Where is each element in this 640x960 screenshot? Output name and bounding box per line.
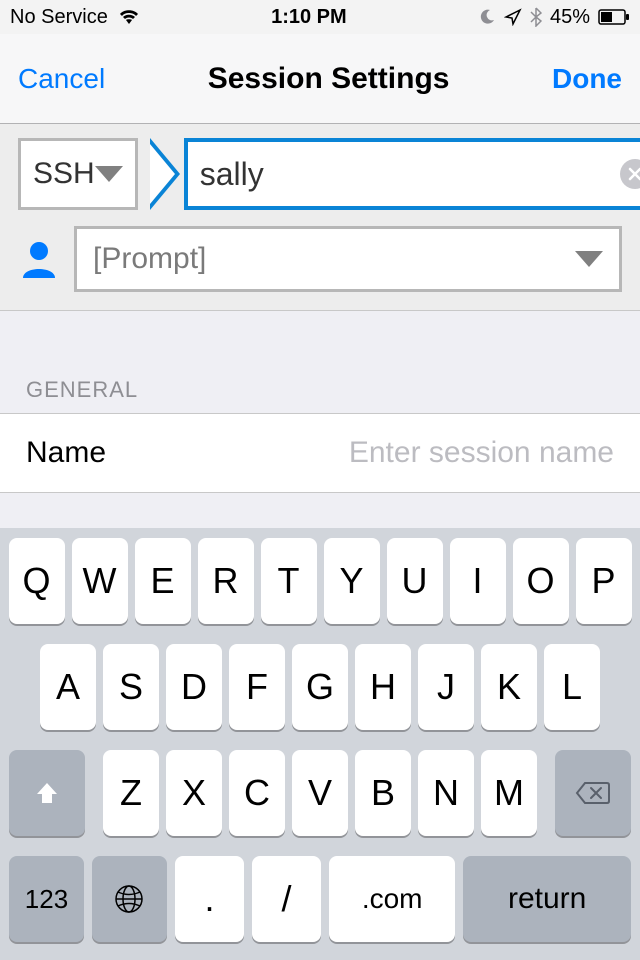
key-c[interactable]: C [229, 750, 285, 836]
key-e[interactable]: E [135, 538, 191, 624]
key-j[interactable]: J [418, 644, 474, 730]
status-bar: No Service 1:10 PM 45% [0, 0, 640, 34]
credentials-value: [Prompt] [93, 242, 206, 276]
key-v[interactable]: V [292, 750, 348, 836]
key-u[interactable]: U [387, 538, 443, 624]
credentials-select[interactable]: [Prompt] [74, 226, 622, 292]
key-slash[interactable]: / [252, 856, 321, 942]
name-placeholder: Enter session name [349, 436, 614, 470]
key-return[interactable]: return [463, 856, 631, 942]
protocol-value: SSH [33, 157, 95, 191]
name-label: Name [26, 436, 106, 470]
key-h[interactable]: H [355, 644, 411, 730]
key-t[interactable]: T [261, 538, 317, 624]
key-o[interactable]: O [513, 538, 569, 624]
keyboard-row-1: Q W E R T Y U I O P [5, 538, 635, 624]
key-dot[interactable]: . [175, 856, 244, 942]
key-a[interactable]: A [40, 644, 96, 730]
general-list: Name Enter session name [0, 413, 640, 493]
key-d[interactable]: D [166, 644, 222, 730]
key-backspace[interactable] [555, 750, 631, 836]
key-f[interactable]: F [229, 644, 285, 730]
keyboard-row-2: A S D F G H J K L [5, 644, 635, 730]
key-s[interactable]: S [103, 644, 159, 730]
clock: 1:10 PM [271, 6, 347, 29]
key-y[interactable]: Y [324, 538, 380, 624]
host-field[interactable] [184, 138, 640, 210]
location-icon [504, 8, 522, 26]
key-globe[interactable] [92, 856, 167, 942]
key-shift[interactable] [9, 750, 85, 836]
page-title: Session Settings [208, 62, 450, 96]
chevron-down-icon [575, 251, 603, 267]
key-z[interactable]: Z [103, 750, 159, 836]
key-123[interactable]: 123 [9, 856, 84, 942]
battery-percent: 45% [550, 6, 590, 29]
keyboard-row-4: 123 . / .com return [5, 856, 635, 942]
user-icon [18, 240, 60, 278]
nav-bar: Cancel Session Settings Done [0, 34, 640, 124]
done-button[interactable]: Done [552, 63, 622, 95]
key-q[interactable]: Q [9, 538, 65, 624]
arrow-right-icon [150, 138, 184, 210]
key-p[interactable]: P [576, 538, 632, 624]
protocol-select[interactable]: SSH [18, 138, 138, 210]
chevron-down-icon [95, 166, 123, 182]
key-g[interactable]: G [292, 644, 348, 730]
key-b[interactable]: B [355, 750, 411, 836]
key-w[interactable]: W [72, 538, 128, 624]
keyboard-row-3: Z X C V B N M [5, 750, 635, 836]
key-k[interactable]: K [481, 644, 537, 730]
wifi-icon [118, 8, 140, 26]
key-dotcom[interactable]: .com [329, 856, 455, 942]
key-x[interactable]: X [166, 750, 222, 836]
key-i[interactable]: I [450, 538, 506, 624]
key-l[interactable]: L [544, 644, 600, 730]
key-m[interactable]: M [481, 750, 537, 836]
clear-icon[interactable] [620, 159, 640, 189]
section-header-general: GENERAL [0, 377, 640, 413]
host-input[interactable] [200, 156, 620, 193]
name-row[interactable]: Name Enter session name [0, 414, 640, 492]
keyboard: Q W E R T Y U I O P A S D F G H J K L Z … [0, 528, 640, 960]
bluetooth-icon [530, 7, 542, 27]
battery-icon [598, 9, 630, 25]
cancel-button[interactable]: Cancel [18, 63, 105, 95]
key-r[interactable]: R [198, 538, 254, 624]
do-not-disturb-icon [478, 8, 496, 26]
key-n[interactable]: N [418, 750, 474, 836]
connection-form: SSH 22 [Prompt] [0, 124, 640, 311]
carrier-label: No Service [10, 6, 108, 29]
